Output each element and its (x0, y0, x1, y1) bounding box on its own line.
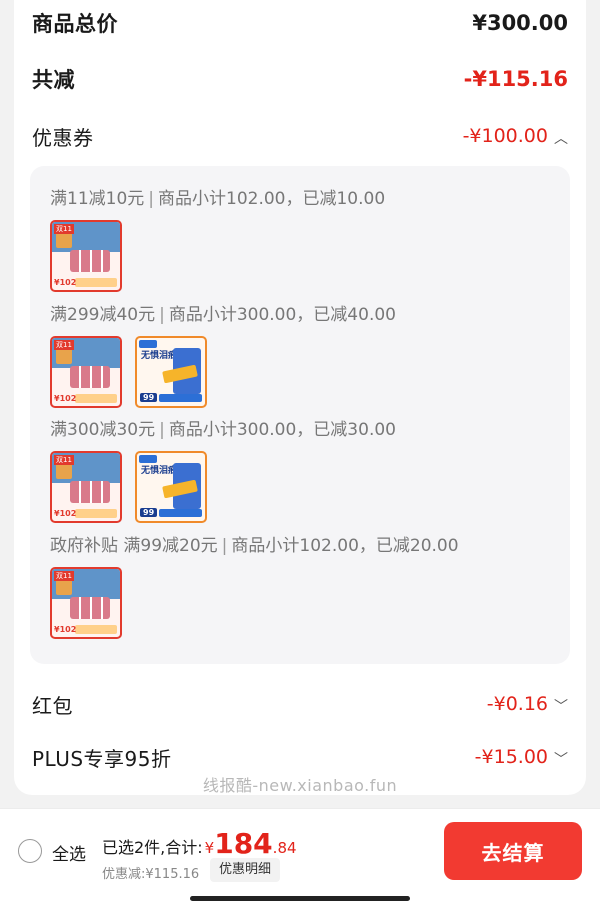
discount-line: 政府补贴 满99减20元 | 商品小计102.00，已减20.00 (50, 531, 459, 556)
total-amount-integer: 184 (214, 827, 273, 860)
product-thumbnail-dry-food[interactable]: 无惧泪痕 99 (135, 451, 207, 523)
select-all-label[interactable]: 全选 (52, 840, 86, 865)
plus-discount-label: PLUS专享95折 (32, 747, 172, 771)
total-line: 已选2件,合计: ¥ 184 .84 (102, 827, 297, 860)
thumb-price: ¥102 (54, 509, 77, 518)
coupon-row[interactable]: 优惠券 -¥100.00 ︿ (32, 122, 568, 151)
discount-detail: 商品小计102.00，已减20.00 (231, 536, 459, 556)
discount-detail-button[interactable]: 优惠明细 (210, 858, 281, 882)
discount-rule: 满299减40元 (50, 305, 156, 325)
currency-symbol: ¥ (204, 839, 215, 857)
separator: | (159, 305, 165, 325)
discount-detail: 商品小计102.00，已减10.00 (158, 189, 386, 209)
saved-amount-text: 优惠减:¥115.16 (102, 867, 200, 882)
total-price-row: 商品总价 ¥300.00 (32, 8, 568, 38)
separator: | (221, 536, 228, 556)
promo-badge: 双11 (54, 340, 74, 350)
thumb-count: 99 (140, 393, 158, 402)
coupon-value-wrap[interactable]: -¥100.00 ︿ (463, 125, 568, 148)
red-packet-row[interactable]: 红包 -¥0.16 ﹀ (32, 690, 568, 719)
coupon-value: -¥100.00 (462, 125, 548, 148)
total-reduction-row: 共减 -¥115.16 (32, 64, 568, 94)
chevron-down-icon[interactable]: ﹀ (554, 696, 568, 716)
checkout-button[interactable]: 去结算 (444, 822, 582, 880)
product-thumbnail-canned-food[interactable]: 双11 ¥102 (50, 336, 122, 408)
product-thumbnail-dry-food[interactable]: 无惧泪痕 99 (135, 336, 207, 408)
red-packet-value: -¥0.16 (486, 693, 548, 716)
thumb-count: 99 (140, 508, 158, 517)
total-reduction-label: 共减 (32, 68, 75, 92)
discount-rule: 政府补贴 满99减20元 (50, 536, 218, 556)
thumb-price: ¥102 (54, 394, 77, 403)
promo-badge: 双11 (54, 571, 74, 581)
thumb-price: ¥102 (54, 278, 77, 287)
plus-discount-row[interactable]: PLUS专享95折 -¥15.00 ﹀ (32, 743, 568, 772)
promo-badge: 双11 (54, 224, 74, 234)
coupon-label: 优惠券 (32, 126, 94, 150)
watermark: 线报酷-new.xianbao.fun (202, 776, 398, 795)
home-indicator (190, 896, 410, 901)
plus-discount-value-wrap[interactable]: -¥15.00 ﹀ (475, 746, 568, 769)
thumb-price: ¥102 (54, 625, 77, 634)
chevron-up-icon[interactable]: ︿ (554, 128, 568, 148)
total-price-value: ¥300.00 (472, 11, 568, 35)
product-thumbnail-canned-food[interactable]: 双11 ¥102 (50, 567, 122, 639)
total-price-label: 商品总价 (32, 12, 118, 36)
product-thumbnail-canned-food[interactable]: 双11 ¥102 (50, 220, 122, 292)
discount-rule: 满300减30元 (50, 420, 156, 440)
product-thumbnail-canned-food[interactable]: 双11 ¥102 (50, 451, 122, 523)
red-packet-value-wrap[interactable]: -¥0.16 ﹀ (487, 693, 568, 716)
checkout-bar: 全选 已选2件,合计: ¥ 184 .84 优惠减:¥115.16 优惠明细 去… (0, 808, 600, 905)
red-packet-label: 红包 (32, 694, 73, 718)
discount-line: 满11减10元 | 商品小计102.00，已减10.00 (50, 184, 385, 209)
plus-discount-value: -¥15.00 (474, 746, 548, 769)
separator: | (159, 420, 165, 440)
separator: | (148, 189, 154, 209)
total-amount-decimal: .84 (272, 839, 297, 857)
discount-rule: 满11减10元 (50, 189, 145, 209)
discount-line: 满299减40元 | 商品小计300.00，已减40.00 (50, 300, 396, 325)
discount-detail: 商品小计300.00，已减40.00 (168, 305, 396, 325)
discount-line: 满300减30元 | 商品小计300.00，已减30.00 (50, 415, 396, 440)
thumb-title: 无惧泪痕 (141, 466, 178, 476)
thumb-title: 无惧泪痕 (141, 351, 178, 361)
selected-count-text: 已选2件,合计: (102, 838, 203, 857)
chevron-down-icon[interactable]: ﹀ (554, 749, 568, 769)
total-reduction-value: -¥115.16 (463, 67, 568, 91)
select-all-radio[interactable] (18, 839, 42, 863)
discount-detail: 商品小计300.00，已减30.00 (168, 420, 396, 440)
promo-badge: 双11 (54, 455, 74, 465)
